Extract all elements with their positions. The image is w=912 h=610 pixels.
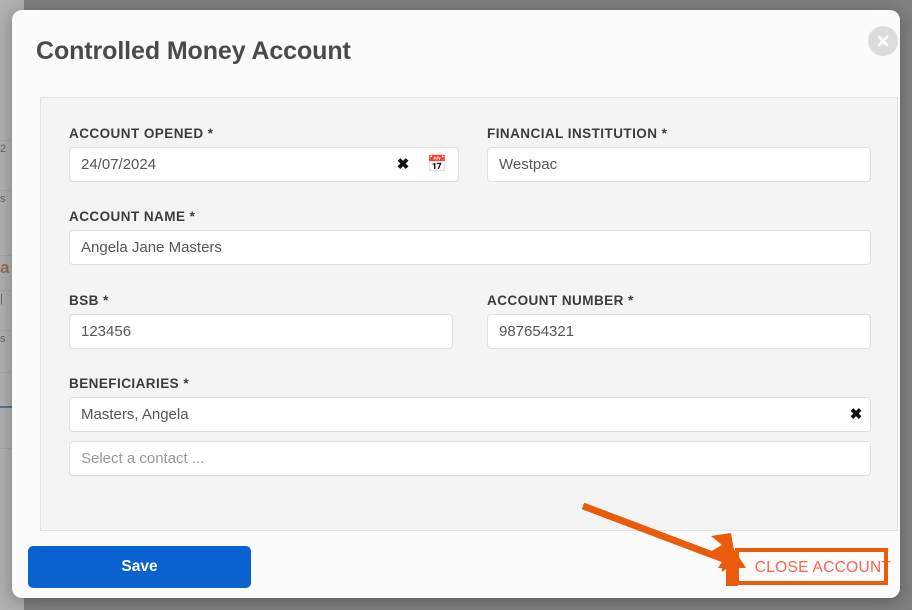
bsb-input[interactable]: 123456 bbox=[69, 314, 453, 349]
label-account-name: ACCOUNT NAME * bbox=[69, 209, 196, 224]
close-icon[interactable] bbox=[868, 26, 898, 56]
field-account-opened: ACCOUNT OPENED * 24/07/2024 ✖ 📅 bbox=[69, 126, 459, 182]
calendar-glyph: 📅 bbox=[427, 155, 447, 173]
beneficiary-select-input[interactable]: Select a contact ... bbox=[69, 441, 871, 476]
field-beneficiaries: BENEFICIARIES * Masters, Angela ✖ Select… bbox=[69, 376, 871, 476]
field-account-number: ACCOUNT NUMBER * 987654321 bbox=[487, 293, 871, 349]
label-account-opened: ACCOUNT OPENED * bbox=[69, 126, 214, 141]
modal-header: Controlled Money Account bbox=[12, 10, 900, 87]
field-account-name: ACCOUNT NAME * Angela Jane Masters bbox=[69, 209, 871, 265]
page-title: Controlled Money Account bbox=[36, 37, 351, 65]
label-bsb: BSB * bbox=[69, 293, 109, 308]
close-x-icon bbox=[877, 35, 889, 47]
account-name-input[interactable]: Angela Jane Masters bbox=[69, 230, 871, 265]
field-bsb: BSB * 123456 bbox=[69, 293, 453, 349]
clear-date-icon[interactable]: ✖ bbox=[391, 147, 415, 182]
label-beneficiaries: BENEFICIARIES * bbox=[69, 376, 190, 391]
account-number-input[interactable]: 987654321 bbox=[487, 314, 871, 349]
label-account-number: ACCOUNT NUMBER * bbox=[487, 293, 634, 308]
beneficiary-selected-row: Masters, Angela ✖ bbox=[69, 397, 871, 432]
controlled-money-account-modal: Controlled Money Account ACCOUNT OPENED … bbox=[12, 10, 900, 598]
beneficiary-value[interactable]: Masters, Angela bbox=[69, 397, 871, 432]
account-opened-input-wrap: 24/07/2024 ✖ 📅 bbox=[69, 147, 459, 182]
calendar-icon[interactable]: 📅 bbox=[425, 147, 449, 182]
account-form-panel: ACCOUNT OPENED * 24/07/2024 ✖ 📅 FINANCIA… bbox=[40, 97, 898, 531]
financial-institution-input[interactable]: Westpac bbox=[487, 147, 871, 182]
clear-x-glyph: ✖ bbox=[396, 156, 410, 173]
save-button[interactable]: Save bbox=[28, 546, 251, 588]
remove-beneficiary-icon[interactable]: ✖ bbox=[843, 397, 869, 432]
field-financial-institution: FINANCIAL INSTITUTION * Westpac bbox=[487, 126, 871, 182]
clear-x-glyph: ✖ bbox=[849, 406, 863, 423]
close-account-button[interactable]: CLOSE ACCOUNT bbox=[748, 555, 898, 581]
label-financial-institution: FINANCIAL INSTITUTION * bbox=[487, 126, 668, 141]
